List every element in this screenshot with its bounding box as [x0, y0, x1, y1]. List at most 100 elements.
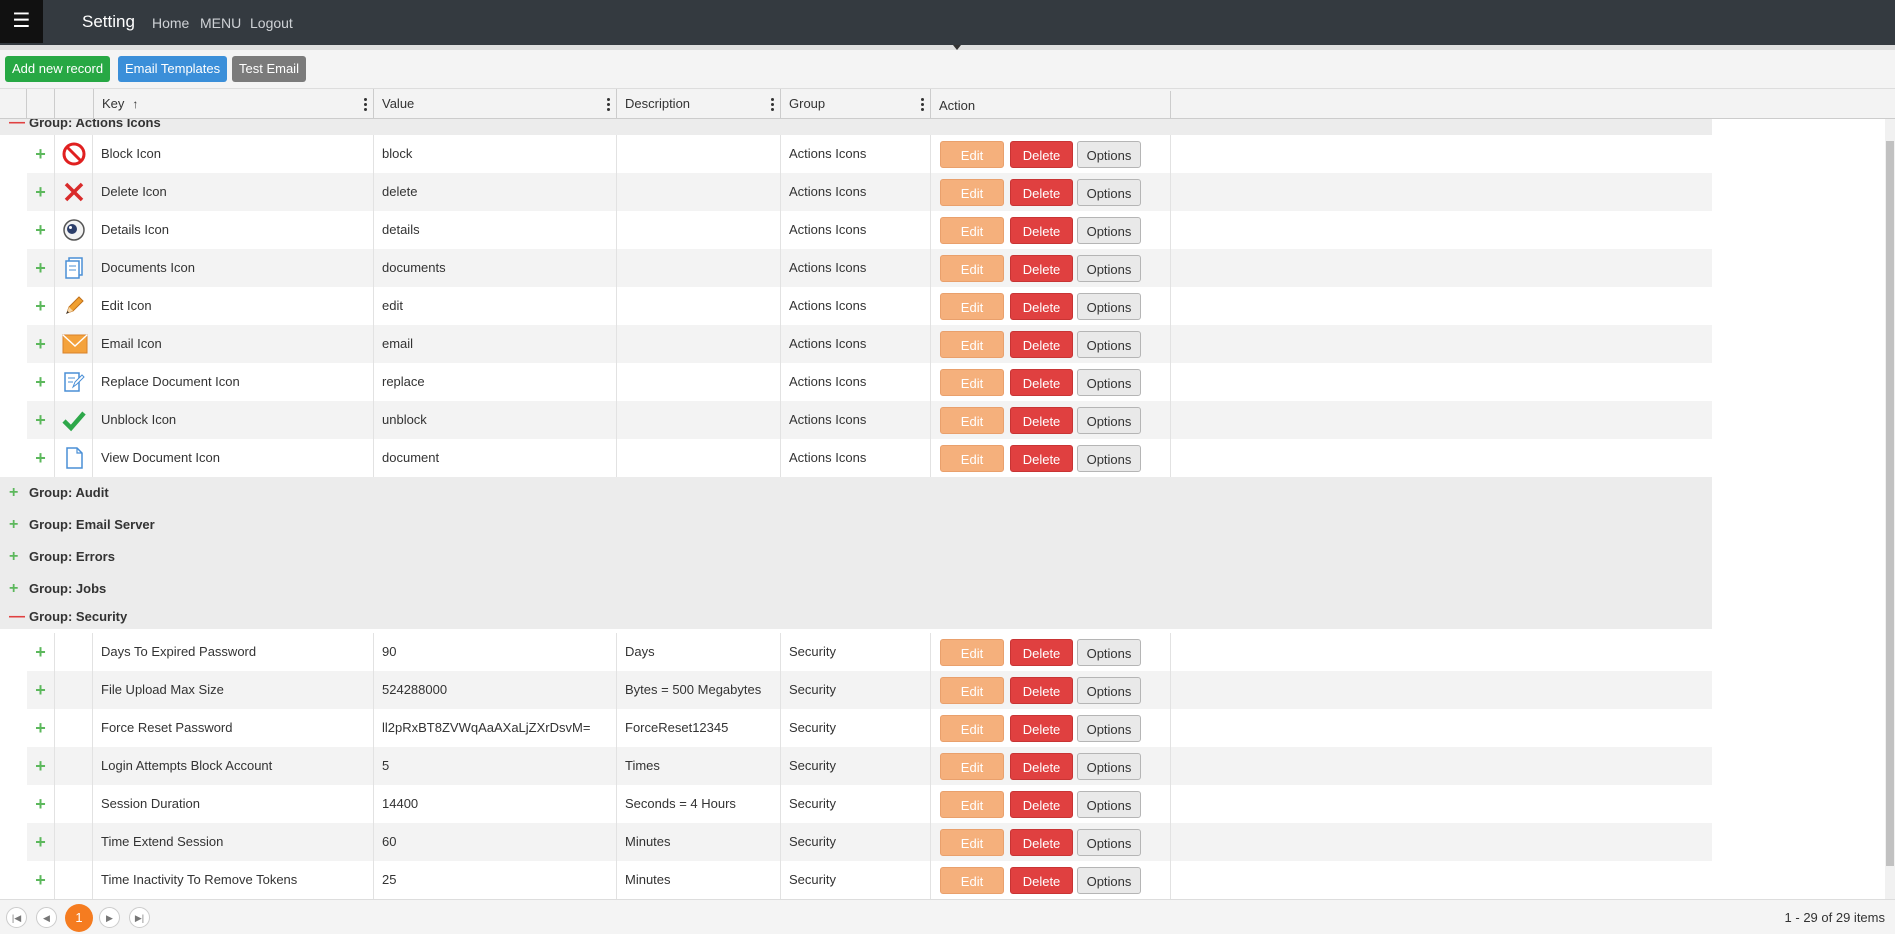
edit-button[interactable]: Edit: [940, 369, 1004, 396]
delete-button[interactable]: Delete: [1010, 715, 1073, 742]
delete-button[interactable]: Delete: [1010, 141, 1073, 168]
test-email-button[interactable]: Test Email: [232, 56, 306, 82]
edit-button[interactable]: Edit: [940, 867, 1004, 894]
nav-link-home[interactable]: Home: [152, 15, 189, 31]
column-menu-icon[interactable]: [607, 98, 610, 111]
expand-row-plus-icon[interactable]: +: [27, 633, 55, 671]
expand-row-plus-icon[interactable]: +: [27, 747, 55, 785]
first-page-icon[interactable]: |◀: [6, 907, 27, 928]
expand-plus-icon[interactable]: +: [9, 477, 18, 509]
edit-button[interactable]: Edit: [940, 715, 1004, 742]
add-new-record-button[interactable]: Add new record: [5, 56, 111, 82]
expand-row-plus-icon[interactable]: +: [27, 363, 55, 401]
edit-button[interactable]: Edit: [940, 639, 1004, 666]
expand-row-plus-icon[interactable]: +: [27, 325, 55, 363]
delete-button[interactable]: Delete: [1010, 331, 1073, 358]
email-templates-button[interactable]: Email Templates: [118, 56, 228, 82]
collapse-minus-icon[interactable]: —: [9, 119, 25, 135]
column-header-group[interactable]: Group: [781, 89, 931, 119]
options-button[interactable]: Options: [1077, 445, 1141, 472]
edit-button[interactable]: Edit: [940, 293, 1004, 320]
column-menu-icon[interactable]: [771, 98, 774, 111]
delete-button[interactable]: Delete: [1010, 179, 1073, 206]
delete-button[interactable]: Delete: [1010, 445, 1073, 472]
column-header-value[interactable]: Value: [374, 89, 617, 119]
expand-plus-icon[interactable]: +: [9, 541, 18, 573]
expand-row-plus-icon[interactable]: +: [27, 861, 55, 899]
options-button[interactable]: Options: [1077, 677, 1141, 704]
group-row[interactable]: + Group: Errors: [0, 541, 1712, 573]
group-row[interactable]: + Group: Jobs: [0, 573, 1712, 605]
options-button[interactable]: Options: [1077, 829, 1141, 856]
delete-button[interactable]: Delete: [1010, 255, 1073, 282]
expand-row-plus-icon[interactable]: +: [27, 249, 55, 287]
edit-button[interactable]: Edit: [940, 407, 1004, 434]
delete-button[interactable]: Delete: [1010, 753, 1073, 780]
expand-plus-icon[interactable]: +: [9, 573, 18, 605]
options-button[interactable]: Options: [1077, 179, 1141, 206]
collapse-minus-icon[interactable]: —: [9, 605, 25, 629]
last-page-icon[interactable]: ▶|: [129, 907, 150, 928]
column-menu-icon[interactable]: [364, 98, 367, 111]
options-button[interactable]: Options: [1077, 715, 1141, 742]
expand-row-plus-icon[interactable]: +: [27, 211, 55, 249]
previous-page-icon[interactable]: ◀: [36, 907, 57, 928]
edit-button[interactable]: Edit: [940, 141, 1004, 168]
options-button[interactable]: Options: [1077, 141, 1141, 168]
hamburger-icon[interactable]: ☰: [0, 0, 43, 43]
edit-button[interactable]: Edit: [940, 255, 1004, 282]
cell-key: Delete Icon: [93, 173, 374, 211]
edit-button[interactable]: Edit: [940, 677, 1004, 704]
expand-row-plus-icon[interactable]: +: [27, 785, 55, 823]
next-page-icon[interactable]: ▶: [99, 907, 120, 928]
expand-row-plus-icon[interactable]: +: [27, 823, 55, 861]
edit-button[interactable]: Edit: [940, 791, 1004, 818]
expand-row-plus-icon[interactable]: +: [27, 709, 55, 747]
delete-button[interactable]: Delete: [1010, 407, 1073, 434]
nav-link-logout[interactable]: Logout: [250, 15, 293, 31]
column-header-description[interactable]: Description: [617, 89, 781, 119]
options-button[interactable]: Options: [1077, 217, 1141, 244]
group-row[interactable]: + Group: Email Server: [0, 509, 1712, 541]
delete-button[interactable]: Delete: [1010, 791, 1073, 818]
current-page-button[interactable]: 1: [65, 904, 93, 932]
options-button[interactable]: Options: [1077, 791, 1141, 818]
delete-button[interactable]: Delete: [1010, 293, 1073, 320]
edit-button[interactable]: Edit: [940, 753, 1004, 780]
group-row[interactable]: — Group: Actions Icons: [0, 119, 1712, 135]
group-row[interactable]: — Group: Security: [0, 605, 1712, 629]
expand-row-plus-icon[interactable]: +: [27, 439, 55, 477]
scrollbar-thumb[interactable]: [1886, 141, 1894, 866]
edit-button[interactable]: Edit: [940, 179, 1004, 206]
delete-button[interactable]: Delete: [1010, 867, 1073, 894]
vertical-scrollbar[interactable]: [1885, 119, 1895, 899]
options-button[interactable]: Options: [1077, 407, 1141, 434]
edit-button[interactable]: Edit: [940, 445, 1004, 472]
expand-row-plus-icon[interactable]: +: [27, 135, 55, 173]
options-button[interactable]: Options: [1077, 753, 1141, 780]
options-button[interactable]: Options: [1077, 293, 1141, 320]
options-button[interactable]: Options: [1077, 369, 1141, 396]
delete-button[interactable]: Delete: [1010, 639, 1073, 666]
delete-button[interactable]: Delete: [1010, 369, 1073, 396]
group-row[interactable]: + Group: Audit: [0, 477, 1712, 509]
delete-button[interactable]: Delete: [1010, 217, 1073, 244]
options-button[interactable]: Options: [1077, 867, 1141, 894]
expand-plus-icon[interactable]: +: [9, 509, 18, 541]
expand-row-plus-icon[interactable]: +: [27, 287, 55, 325]
options-button[interactable]: Options: [1077, 331, 1141, 358]
delete-button[interactable]: Delete: [1010, 829, 1073, 856]
options-button[interactable]: Options: [1077, 639, 1141, 666]
delete-button[interactable]: Delete: [1010, 677, 1073, 704]
options-button[interactable]: Options: [1077, 255, 1141, 282]
expand-row-plus-icon[interactable]: +: [27, 671, 55, 709]
nav-link-menu[interactable]: MENU: [200, 15, 241, 31]
edit-button[interactable]: Edit: [940, 829, 1004, 856]
expand-row-plus-icon[interactable]: +: [27, 401, 55, 439]
sort-ascending-arrow-icon[interactable]: ↑: [132, 97, 138, 111]
column-menu-icon[interactable]: [921, 98, 924, 111]
edit-button[interactable]: Edit: [940, 331, 1004, 358]
column-header-key[interactable]: Key ↑: [94, 89, 374, 119]
expand-row-plus-icon[interactable]: +: [27, 173, 55, 211]
edit-button[interactable]: Edit: [940, 217, 1004, 244]
